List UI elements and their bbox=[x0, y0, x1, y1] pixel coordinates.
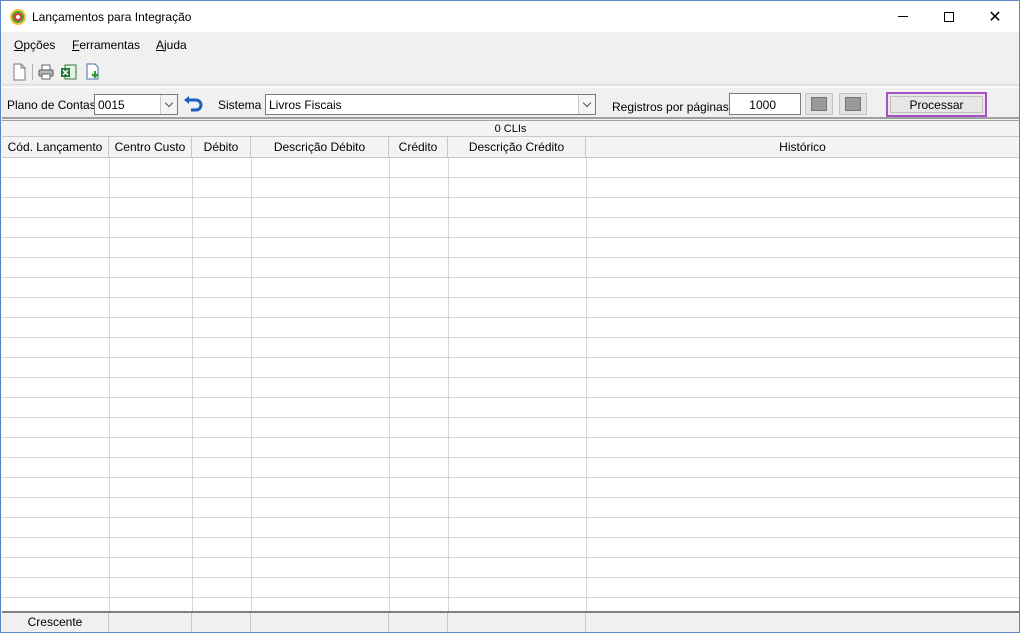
processar-button[interactable]: Processar bbox=[886, 92, 987, 117]
menu-ajuda-label: juda bbox=[164, 38, 187, 52]
registros-value: 1000 bbox=[749, 98, 776, 112]
table-row[interactable] bbox=[2, 438, 1019, 458]
column-header-debito[interactable]: Débito bbox=[192, 137, 251, 158]
menu-ajuda[interactable]: Ajuda bbox=[156, 38, 187, 52]
table-row[interactable] bbox=[2, 238, 1019, 258]
grid-rows bbox=[2, 158, 1019, 611]
table-row[interactable] bbox=[2, 278, 1019, 298]
menu-ajuda-mnemonic: A bbox=[156, 38, 165, 52]
data-grid: 0 CLIs Cód. Lançamento Centro Custo Débi… bbox=[2, 120, 1019, 632]
previous-page-button[interactable] bbox=[805, 93, 833, 115]
excel-export-icon[interactable] bbox=[60, 63, 78, 81]
grid-footer: Crescente bbox=[2, 611, 1019, 632]
new-document-icon[interactable] bbox=[10, 63, 28, 81]
table-row[interactable] bbox=[2, 318, 1019, 338]
column-divider bbox=[109, 158, 110, 611]
footer-cell bbox=[192, 613, 251, 632]
table-row[interactable] bbox=[2, 218, 1019, 238]
close-button[interactable]: ✕ bbox=[972, 1, 1018, 32]
table-row[interactable] bbox=[2, 358, 1019, 378]
maximize-button[interactable] bbox=[926, 1, 972, 32]
next-page-icon bbox=[845, 97, 861, 111]
app-logo-icon bbox=[10, 9, 26, 25]
registros-por-paginas-label: Registros por páginas: bbox=[612, 100, 733, 114]
print-icon[interactable] bbox=[37, 63, 55, 81]
table-row[interactable] bbox=[2, 458, 1019, 478]
menu-opcoes-label: pções bbox=[23, 38, 56, 52]
next-page-button[interactable] bbox=[839, 93, 867, 115]
table-row[interactable] bbox=[2, 598, 1019, 611]
chevron-down-icon bbox=[164, 98, 174, 108]
processar-label: Processar bbox=[890, 96, 983, 113]
table-row[interactable] bbox=[2, 378, 1019, 398]
group-header: 0 CLIs bbox=[2, 121, 1019, 137]
column-divider bbox=[586, 158, 587, 611]
menu-ferramentas[interactable]: Ferramentas bbox=[72, 38, 140, 52]
minimize-button[interactable] bbox=[880, 1, 926, 32]
menu-opcoes[interactable]: Opções bbox=[14, 38, 55, 52]
table-row[interactable] bbox=[2, 298, 1019, 318]
maximize-icon bbox=[944, 11, 954, 22]
menu-bar: Opções Ferramentas Ajuda bbox=[2, 34, 1019, 56]
sistema-label: Sistema bbox=[218, 98, 262, 112]
table-row[interactable] bbox=[2, 498, 1019, 518]
table-row[interactable] bbox=[2, 558, 1019, 578]
sistema-value: Livros Fiscais bbox=[269, 98, 342, 112]
footer-cell bbox=[586, 613, 1019, 632]
column-header-historico[interactable]: Histórico bbox=[586, 137, 1019, 158]
table-row[interactable] bbox=[2, 258, 1019, 278]
table-row[interactable] bbox=[2, 478, 1019, 498]
column-header-credito[interactable]: Crédito bbox=[389, 137, 448, 158]
table-row[interactable] bbox=[2, 338, 1019, 358]
footer-sort-order: Crescente bbox=[2, 613, 109, 632]
table-row[interactable] bbox=[2, 418, 1019, 438]
menu-opcoes-mnemonic: O bbox=[14, 38, 24, 52]
minimize-icon bbox=[898, 16, 908, 17]
registros-por-paginas-input[interactable]: 1000 bbox=[729, 93, 801, 115]
table-row[interactable] bbox=[2, 538, 1019, 558]
main-window: Lançamentos para Integração ✕ Opções Fer… bbox=[0, 0, 1020, 633]
table-row[interactable] bbox=[2, 178, 1019, 198]
previous-page-icon bbox=[811, 97, 827, 111]
column-divider bbox=[448, 158, 449, 611]
column-header-cod-lancamento[interactable]: Cód. Lançamento bbox=[2, 137, 109, 158]
plano-dropdown-button[interactable] bbox=[160, 95, 177, 114]
column-divider bbox=[389, 158, 390, 611]
title-bar: Lançamentos para Integração ✕ bbox=[1, 1, 1019, 32]
menu-ferramentas-label: erramentas bbox=[79, 38, 141, 52]
table-row[interactable] bbox=[2, 198, 1019, 218]
undo-refresh-icon[interactable] bbox=[183, 95, 205, 115]
toolbar bbox=[2, 59, 1019, 85]
close-icon: ✕ bbox=[988, 6, 1002, 26]
table-row[interactable] bbox=[2, 158, 1019, 178]
column-divider bbox=[192, 158, 193, 611]
sistema-dropdown-button[interactable] bbox=[578, 95, 595, 114]
filter-bar: Plano de Contas 0015 Sistema Livros Fisc… bbox=[2, 87, 1019, 119]
footer-cell bbox=[448, 613, 586, 632]
footer-cell bbox=[251, 613, 389, 632]
plano-de-contas-label: Plano de Contas bbox=[7, 98, 96, 112]
table-row[interactable] bbox=[2, 518, 1019, 538]
import-download-icon[interactable] bbox=[84, 63, 102, 81]
column-header-descricao-credito[interactable]: Descrição Crédito bbox=[448, 137, 586, 158]
plano-de-contas-value: 0015 bbox=[98, 98, 125, 112]
column-headers: Cód. Lançamento Centro Custo Débito Desc… bbox=[2, 137, 1019, 158]
column-header-centro-custo[interactable]: Centro Custo bbox=[109, 137, 192, 158]
plano-de-contas-select[interactable]: 0015 bbox=[94, 94, 178, 115]
footer-cell bbox=[109, 613, 192, 632]
chevron-down-icon bbox=[582, 98, 592, 108]
table-row[interactable] bbox=[2, 398, 1019, 418]
table-row[interactable] bbox=[2, 578, 1019, 598]
column-divider bbox=[251, 158, 252, 611]
column-header-descricao-debito[interactable]: Descrição Débito bbox=[251, 137, 389, 158]
sistema-select[interactable]: Livros Fiscais bbox=[265, 94, 596, 115]
toolbar-separator bbox=[32, 64, 33, 80]
window-title: Lançamentos para Integração bbox=[32, 10, 192, 24]
footer-cell bbox=[389, 613, 448, 632]
